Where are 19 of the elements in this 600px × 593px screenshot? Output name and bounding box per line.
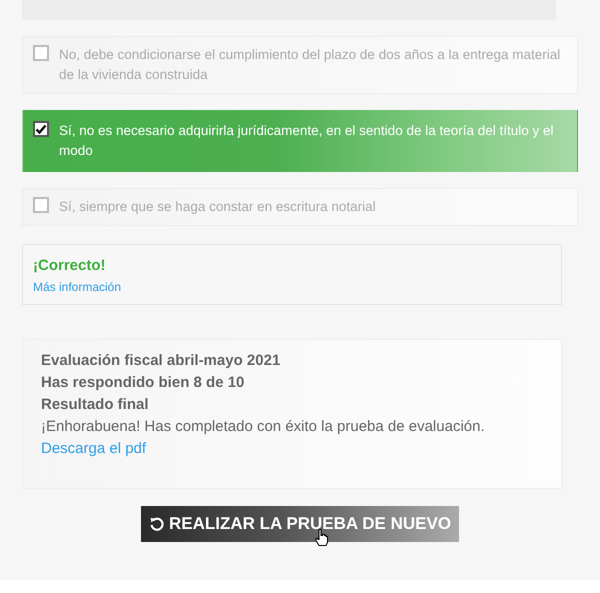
option-text: Sí, no es necesario adquirirla jurídicamente, en el sentido de la teoría del título y el modo: [59, 122, 555, 160]
checkbox[interactable]: [33, 197, 49, 213]
retry-button[interactable]: REALIZAR LA PRUEBA DE NUEVO: [140, 506, 460, 542]
answer-option[interactable]: Sí, no es necesario adquirirla jurídicamente, en el sentido de la teoría del título y el modo: [22, 110, 578, 172]
answer-option[interactable]: No, debe condicionarse el cumplimiento del plazo de dos años a la entrega material de la vivienda construida: [22, 36, 578, 94]
download-link[interactable]: Descarga el pdf: [41, 440, 146, 457]
answer-option[interactable]: Sí, siempre que se haga constar en escritura notarial: [22, 188, 578, 226]
result-message: ¡Enhorabuena! Has completado con éxito la prueba de evaluación. Descarga el pdf: [41, 417, 486, 459]
result-line: Resultado final: [41, 395, 150, 415]
verdict-text: ¡Correcto!: [33, 257, 106, 274]
result-line: Evaluación fiscal abril-mayo 2021: [41, 351, 282, 371]
more-info-link[interactable]: Más información: [33, 280, 122, 294]
option-text: No, debe condicionarse el cumplimiento del plazo de dos años a la entrega material de la vivienda construida: [59, 46, 562, 84]
pointer-hand-icon: [314, 528, 330, 546]
option-text: Sí, siempre que se haga constar en escritura notarial: [59, 198, 376, 216]
checkbox[interactable]: [33, 45, 49, 61]
checkbox[interactable]: [33, 121, 49, 137]
reload-icon: [148, 516, 165, 532]
result-line: Has respondido bien 8 de 10: [41, 373, 246, 393]
